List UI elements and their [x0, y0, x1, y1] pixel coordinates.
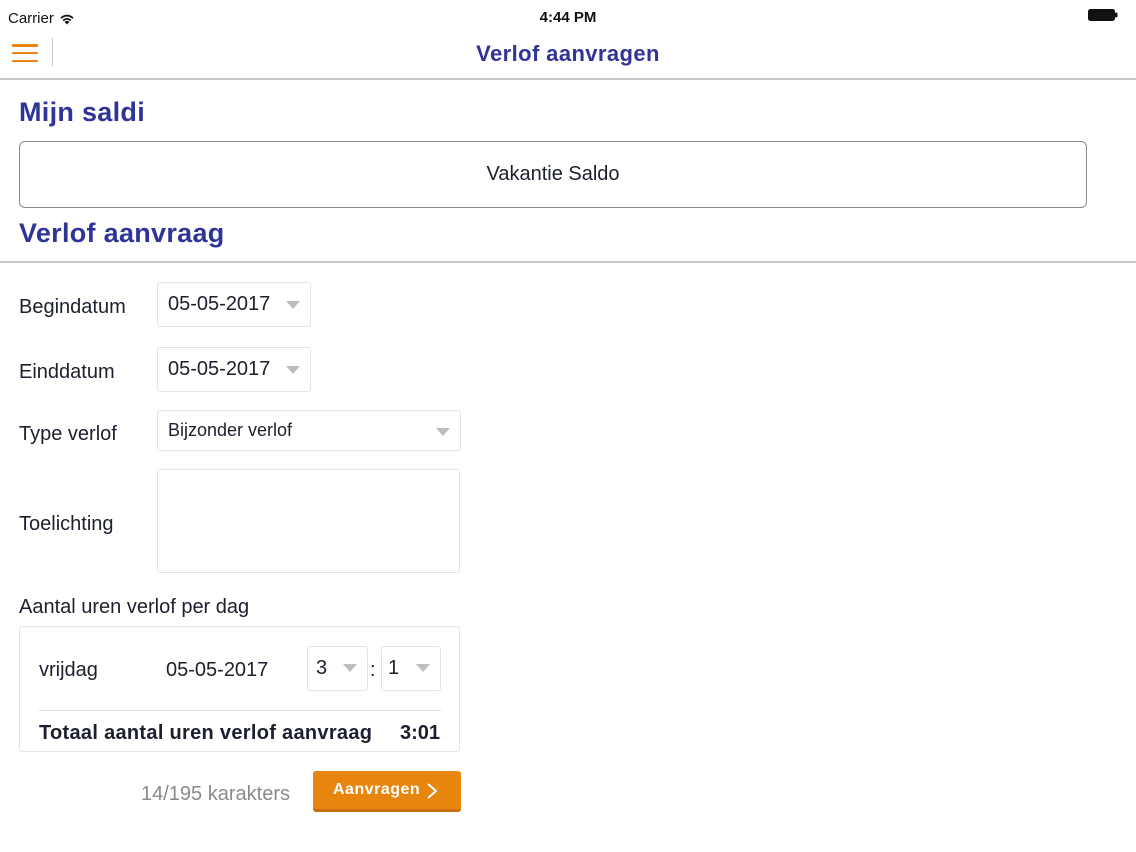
status-time: 4:44 PM — [539, 9, 597, 26]
hours-value: 3 — [316, 657, 328, 679]
begindatum-picker[interactable]: 05-05-2017 — [157, 282, 311, 327]
day-date: 05-05-2017 — [166, 659, 269, 681]
hours-select[interactable]: 3 — [307, 646, 368, 691]
type-verlof-label: Type verlof — [19, 423, 117, 445]
einddatum-picker[interactable]: 05-05-2017 — [157, 347, 311, 392]
total-label: Totaal aantal uren verlof aanvraag — [39, 722, 373, 744]
begindatum-value: 05-05-2017 — [168, 293, 271, 315]
day-name: vrijdag — [39, 659, 98, 681]
dropdown-arrow-icon — [436, 428, 450, 436]
card-divider — [39, 710, 441, 711]
status-bar: Carrier 4:44 PM — [0, 0, 1136, 36]
aanvraag-heading: Verlof aanvraag — [19, 218, 225, 248]
begindatum-label: Begindatum — [19, 296, 126, 318]
hours-heading: Aantal uren verlof per dag — [19, 596, 250, 618]
dropdown-arrow-icon — [286, 366, 300, 374]
aanvragen-label: Aanvragen — [333, 781, 421, 798]
battery-icon — [1088, 9, 1118, 21]
dropdown-arrow-icon — [286, 301, 300, 309]
section-divider — [0, 261, 1136, 263]
vakantie-saldo-label: Vakantie Saldo — [486, 163, 620, 185]
aanvragen-button[interactable]: Aanvragen — [313, 771, 461, 812]
time-separator: : — [370, 659, 376, 681]
einddatum-value: 05-05-2017 — [168, 358, 271, 380]
type-verlof-select[interactable]: Bijzonder verlof — [157, 410, 461, 451]
saldi-heading: Mijn saldi — [19, 97, 146, 127]
navigation-bar: Verlof aanvragen — [0, 36, 1136, 80]
einddatum-label: Einddatum — [19, 361, 115, 383]
page-title: Verlof aanvragen — [476, 41, 660, 66]
toelichting-textarea[interactable] — [157, 469, 460, 573]
type-verlof-value: Bijzonder verlof — [168, 420, 293, 440]
minutes-select[interactable]: 1 — [381, 646, 441, 691]
character-counter: 14/195 karakters — [141, 783, 290, 805]
hours-card: vrijdag 05-05-2017 3 : 1 Totaal aantal u… — [19, 626, 460, 752]
toelichting-label: Toelichting — [19, 513, 114, 535]
dropdown-arrow-icon — [416, 664, 430, 672]
dropdown-arrow-icon — [343, 664, 357, 672]
total-value: 3:01 — [399, 722, 440, 744]
minutes-value: 1 — [388, 657, 400, 679]
chevron-right-icon — [427, 783, 438, 799]
vakantie-saldo-panel[interactable]: Vakantie Saldo — [19, 141, 1087, 208]
